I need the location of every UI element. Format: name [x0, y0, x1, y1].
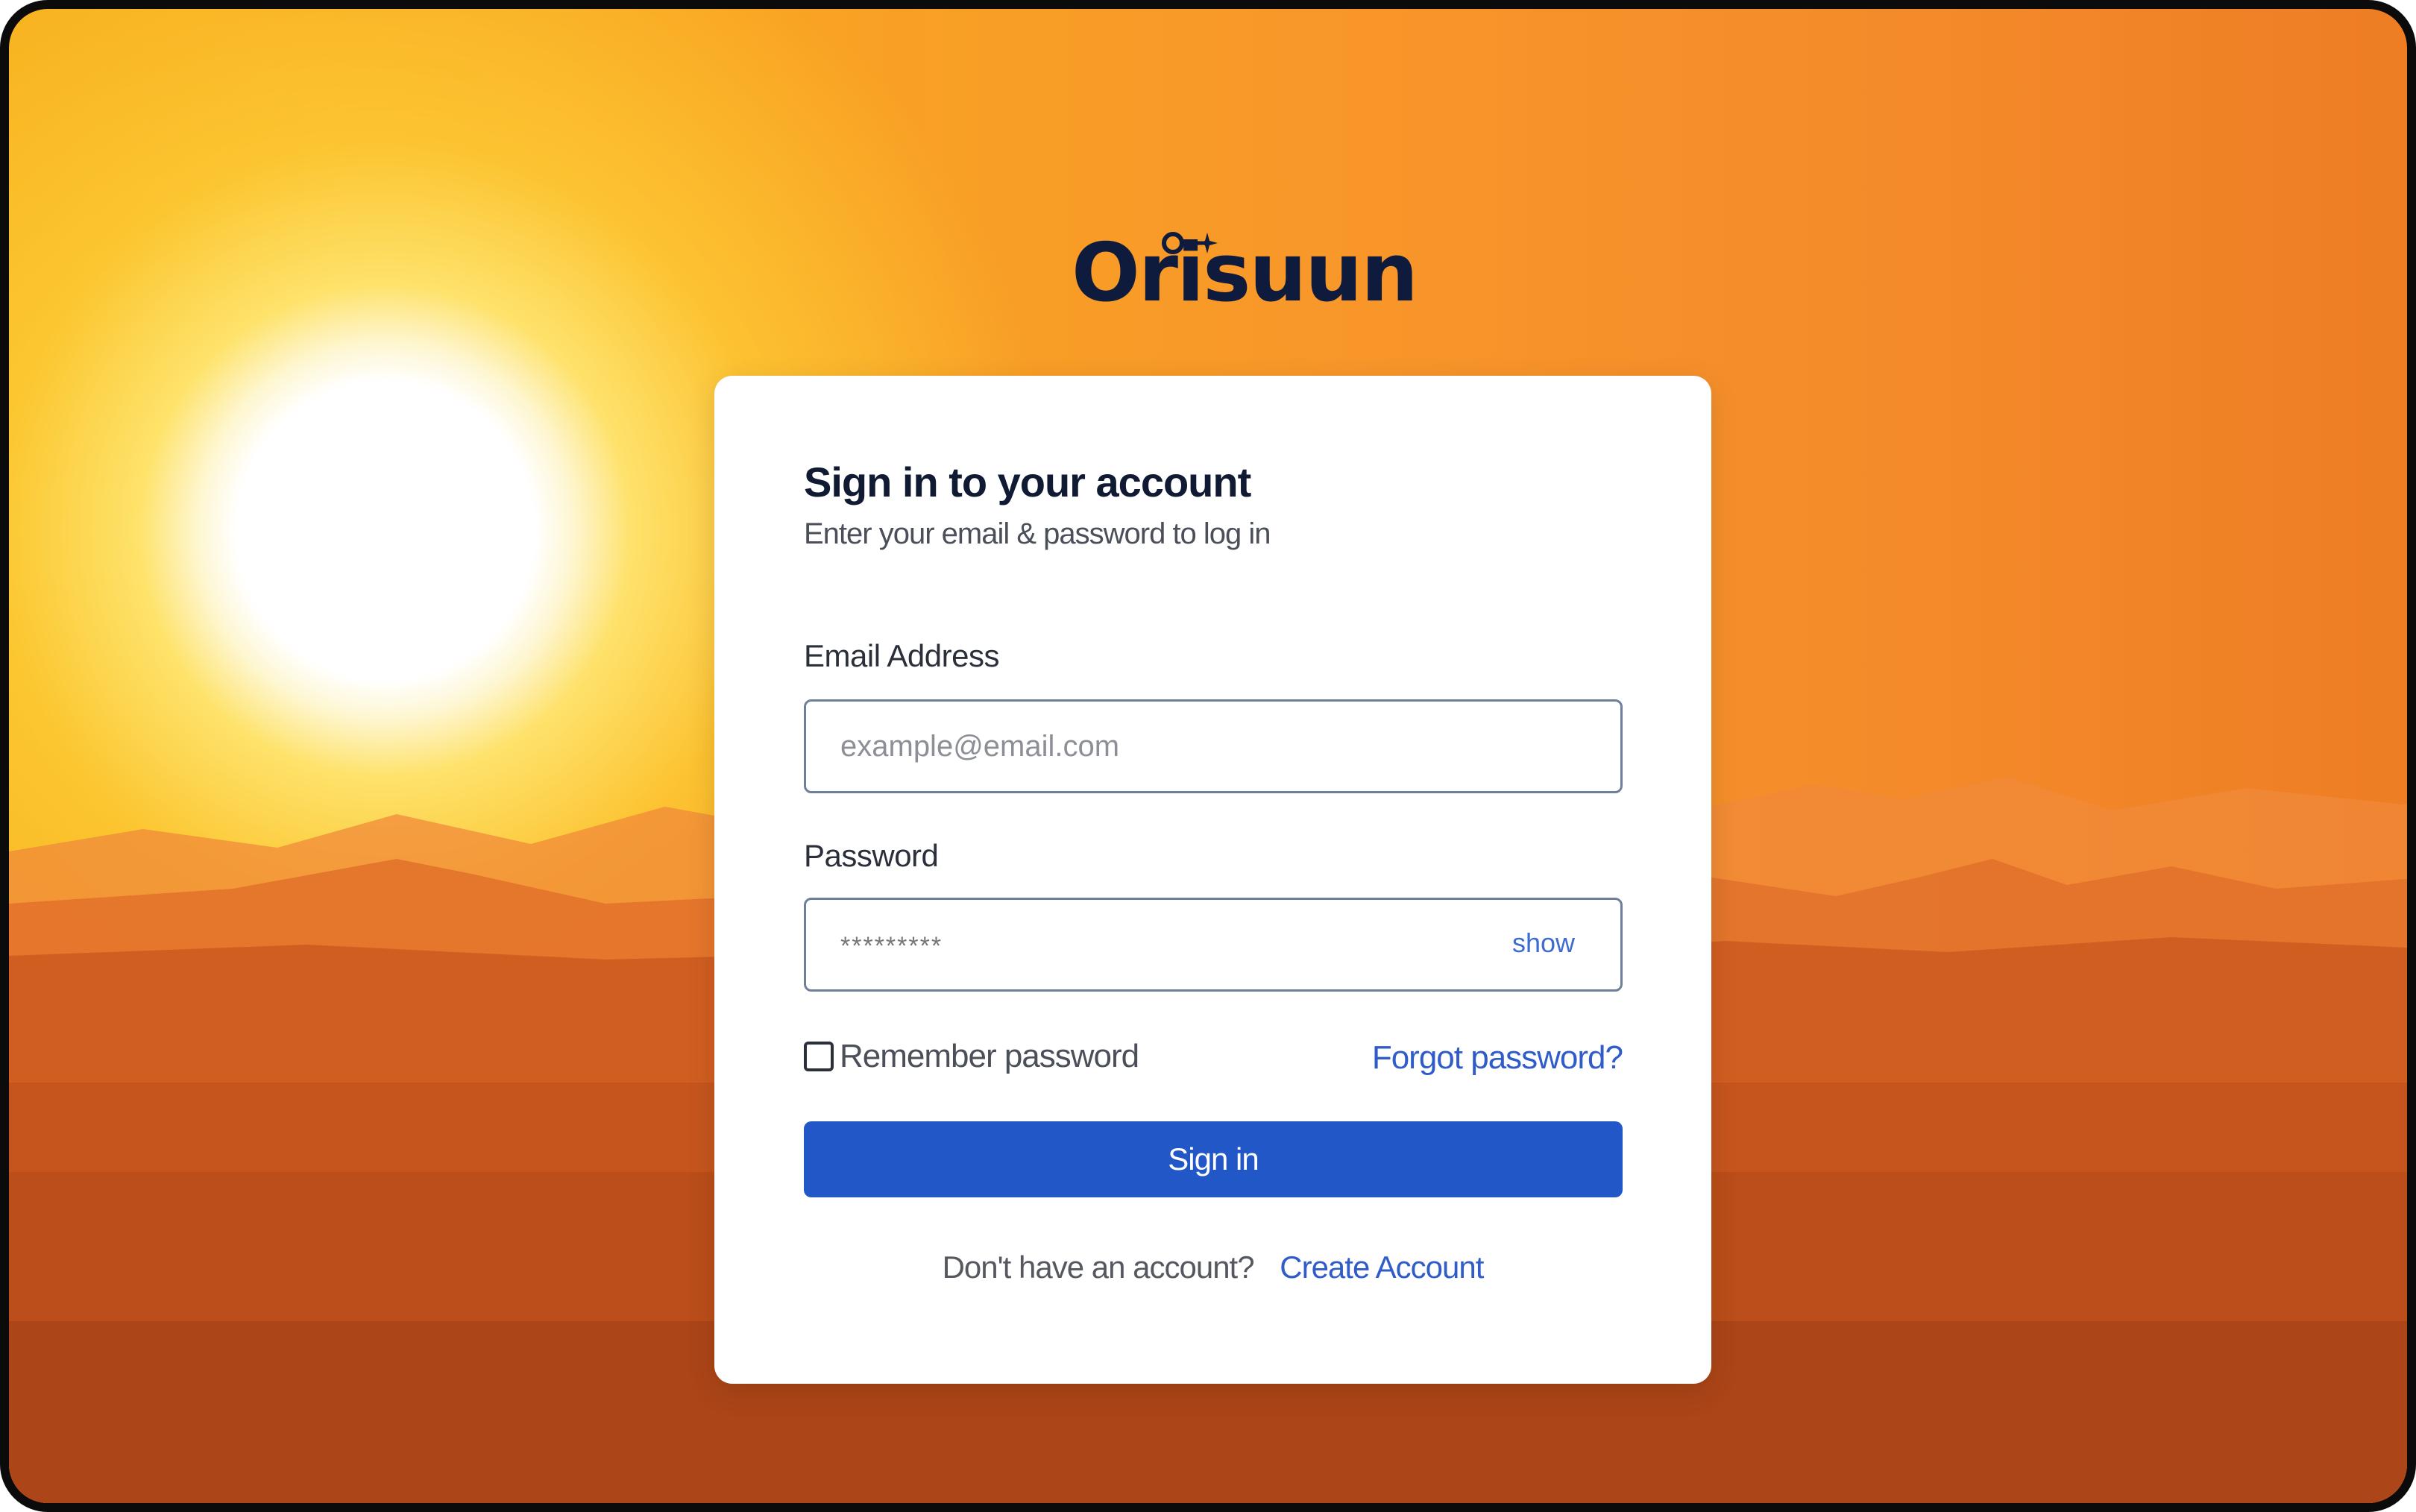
sign-in-button[interactable]: Sign in [804, 1121, 1623, 1197]
remember-password-label[interactable]: Remember password [840, 1038, 1139, 1075]
create-account-row: Don't have an account? Create Account [714, 1250, 1711, 1285]
password-field[interactable] [804, 898, 1623, 992]
remember-password-checkbox[interactable] [804, 1042, 834, 1071]
remember-password-row: Remember password [804, 1038, 1139, 1075]
brand-logo: Orisuun ™ [1072, 225, 1418, 322]
page-title: Sign in to your account [804, 459, 1251, 505]
trademark-mark: ™ [1344, 256, 1354, 268]
no-account-prompt: Don't have an account? [942, 1250, 1255, 1285]
forgot-password-link[interactable]: Forgot password? [1372, 1039, 1623, 1077]
email-label: Email Address [804, 638, 999, 673]
password-label: Password [804, 838, 939, 873]
brand-name: Orisuun [1072, 227, 1418, 320]
email-field[interactable] [804, 699, 1623, 793]
show-password-toggle[interactable]: show [1512, 927, 1575, 959]
create-account-link[interactable]: Create Account [1280, 1250, 1484, 1285]
app-window: Orisuun ™ Sign in to your account Enter … [0, 0, 2416, 1512]
signin-card: Sign in to your account Enter your email… [714, 376, 1711, 1384]
page-subtitle: Enter your email & password to log in [804, 517, 1271, 550]
